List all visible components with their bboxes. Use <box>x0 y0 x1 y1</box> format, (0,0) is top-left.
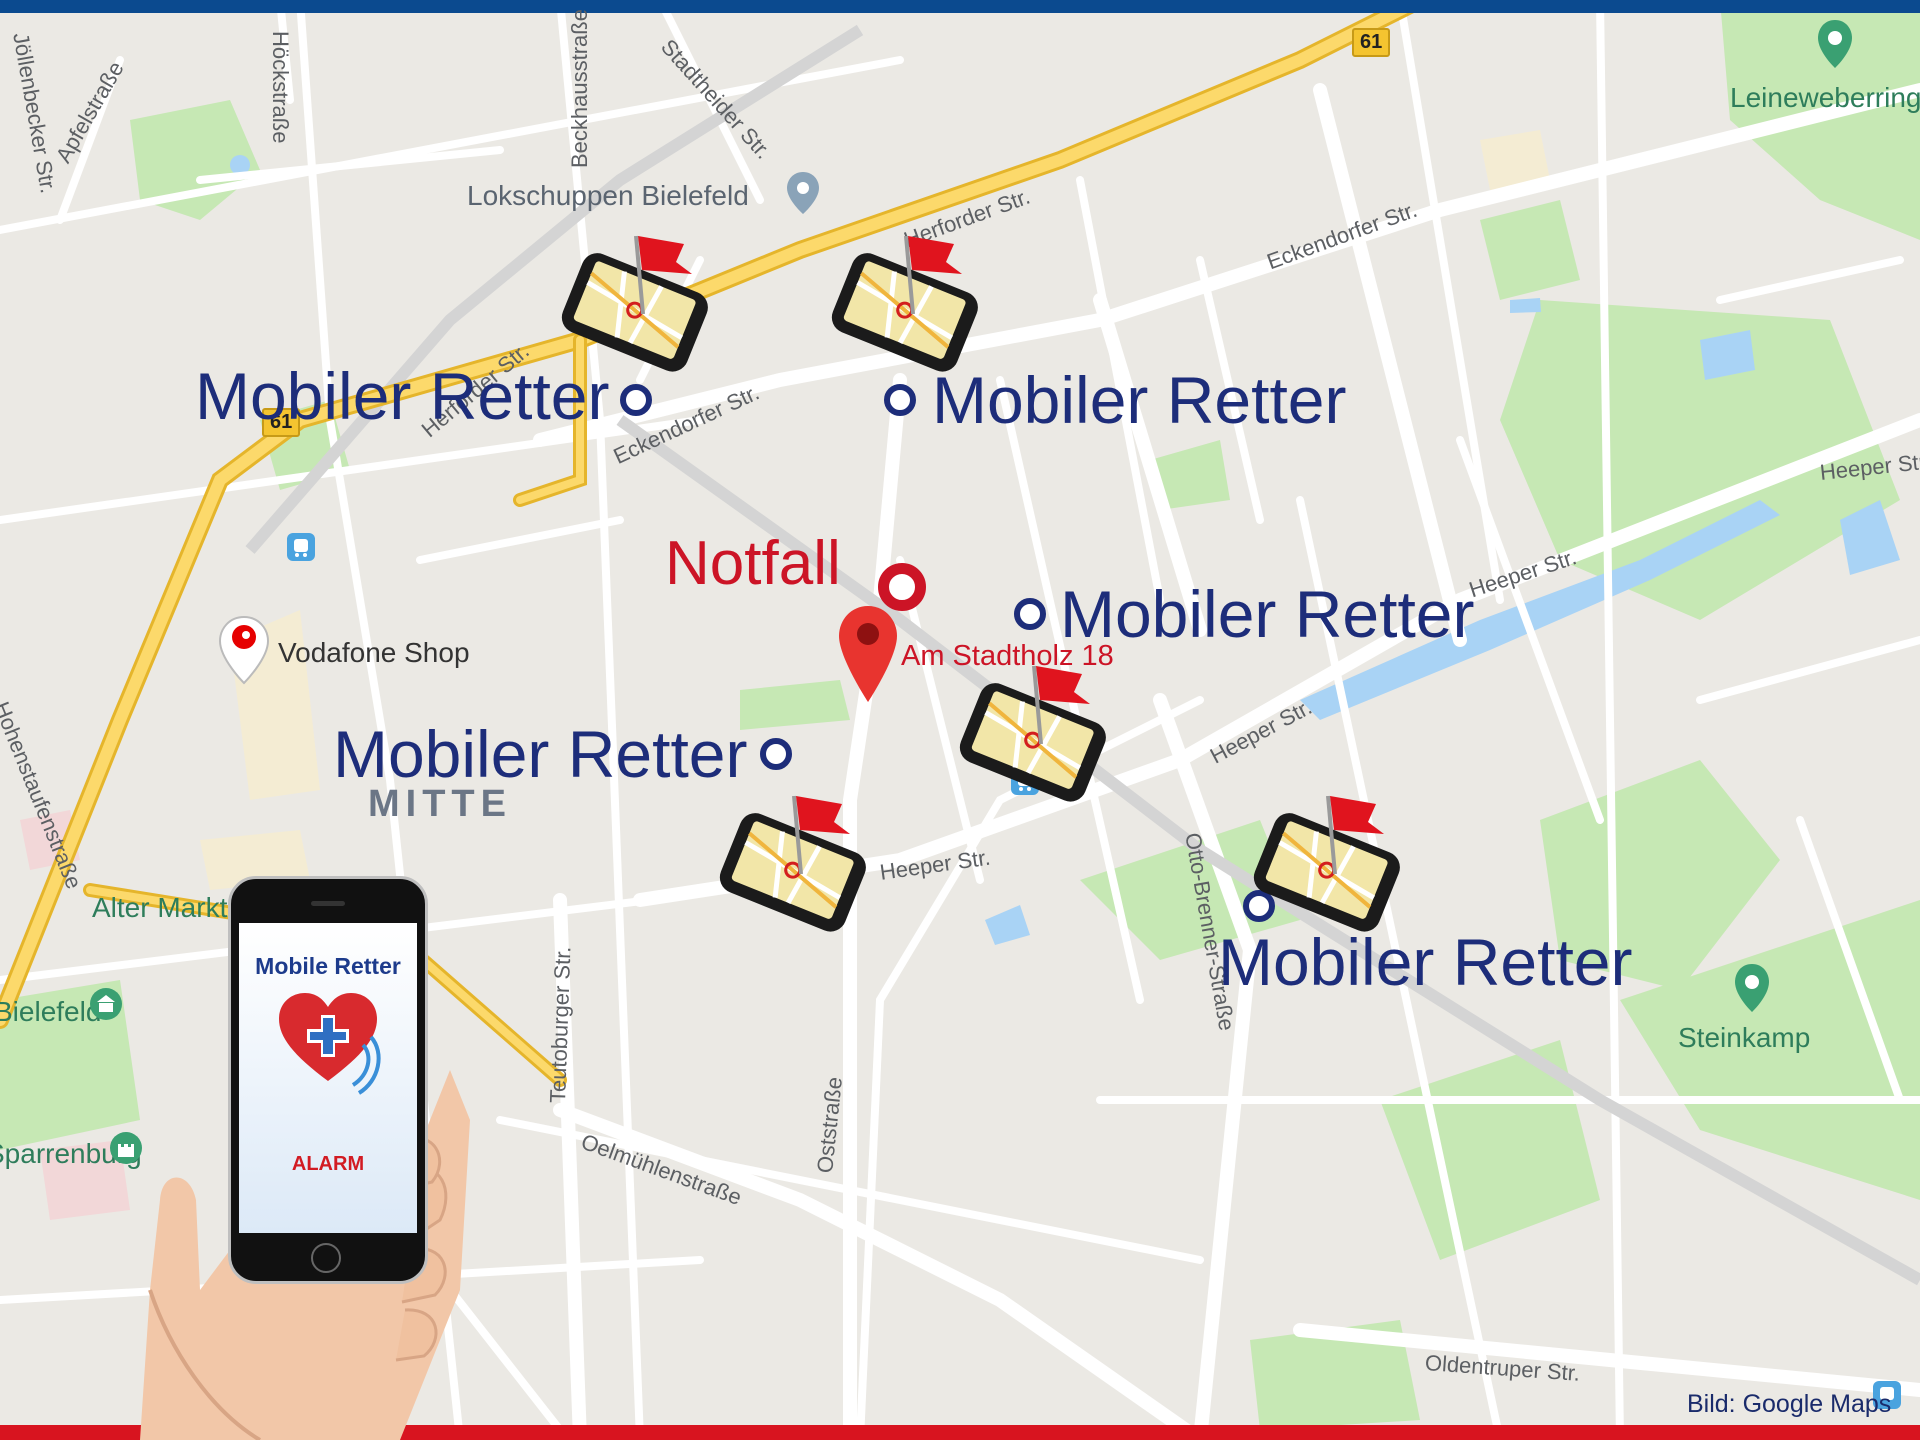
train-station-icon <box>287 533 315 561</box>
street-label-beckhaus: Beckhausstraße <box>567 9 592 168</box>
phone-flag-icon <box>719 795 866 932</box>
phone-screen: Mobile Retter ALARM <box>239 923 417 1233</box>
location-pin-icon <box>839 606 897 702</box>
retter-marker-2 <box>884 384 916 416</box>
retter-label-4: Mobiler Retter <box>333 717 748 791</box>
phone-speaker <box>311 901 345 906</box>
poi-vodafone: Vodafone Shop <box>278 637 470 668</box>
phone-flag-icon <box>831 235 978 372</box>
park-pin-icon <box>1818 20 1852 68</box>
phone-flag-icon <box>561 235 708 372</box>
notfall-label: Notfall <box>665 529 841 598</box>
top-brand-bar <box>0 0 1920 13</box>
retter-marker-1 <box>620 384 652 416</box>
street-label-hoeck: Höckstraße <box>268 31 293 144</box>
retter-label-2: Mobiler Retter <box>932 363 1347 437</box>
phone-device: Mobile Retter ALARM <box>228 876 428 1284</box>
retter-marker-3 <box>1014 598 1046 630</box>
map-slide: 61 61 Herforder Str. Herforder Str. Ecke… <box>0 0 1920 1440</box>
phone-home-button <box>311 1243 341 1273</box>
poi-leineweber: Leineweberring <box>1730 82 1920 113</box>
poi-lokschuppen: Lokschuppen Bielefeld <box>467 180 749 211</box>
place-pin-icon <box>787 172 819 214</box>
alarm-label: ALARM <box>291 1153 365 1175</box>
phone-flag-icon <box>1253 795 1400 932</box>
retter-label-5: Mobiler Retter <box>1218 925 1633 999</box>
phone-flag-icon <box>959 665 1106 802</box>
vodafone-logo-icon <box>218 615 270 685</box>
retter-label-3: Mobiler Retter <box>1060 577 1475 651</box>
heart-logo-icon <box>279 993 381 1095</box>
poi-bielefeld: Bielefeld <box>0 996 102 1027</box>
retter-marker-4 <box>760 738 792 770</box>
image-credit: Bild: Google Maps <box>1687 1390 1892 1418</box>
park-pin-icon <box>1735 964 1769 1012</box>
app-name: Mobile Retter <box>255 953 401 979</box>
street-label-teutoburger: Teutoburger Str. <box>545 946 576 1104</box>
highway-shield: 61 <box>1352 28 1391 57</box>
poi-steinkamp: Steinkamp <box>1678 1022 1811 1053</box>
